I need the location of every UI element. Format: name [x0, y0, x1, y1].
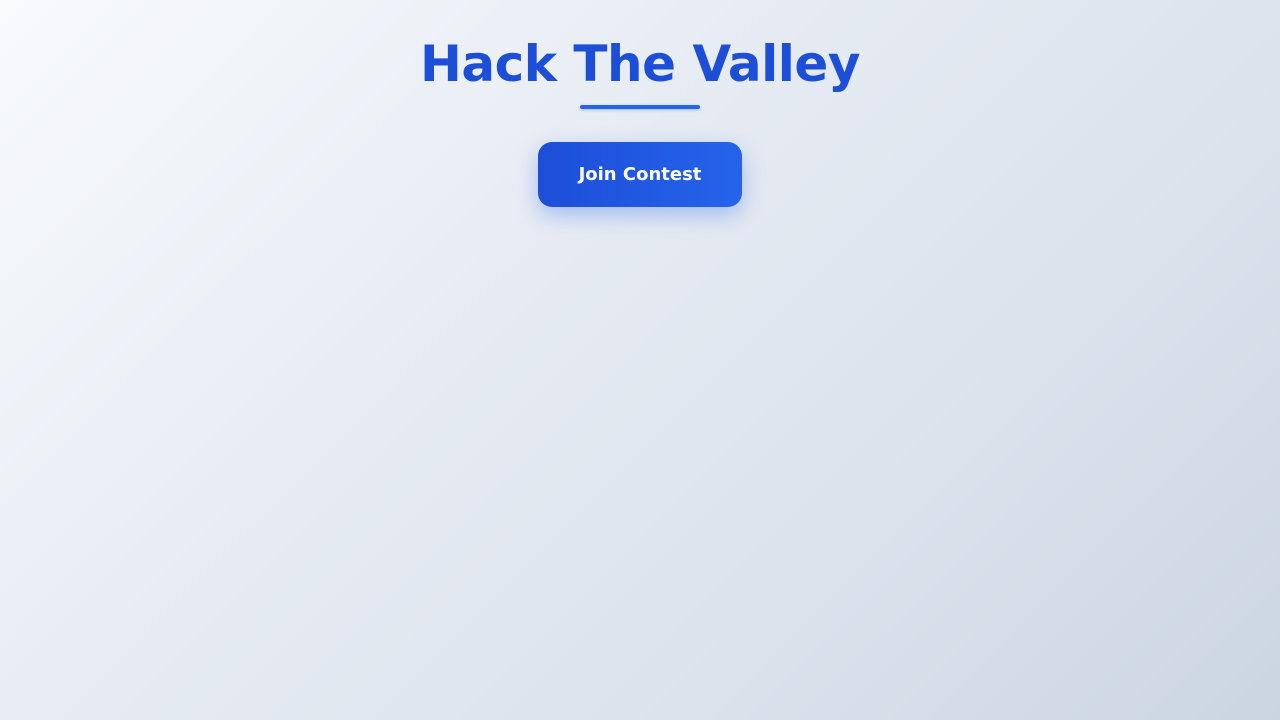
landing-page: Hack The Valley Join Contest	[0, 0, 1280, 720]
page-title: Hack The Valley	[420, 35, 860, 93]
join-contest-button[interactable]: Join Contest	[538, 142, 742, 207]
title-underline	[580, 105, 700, 109]
